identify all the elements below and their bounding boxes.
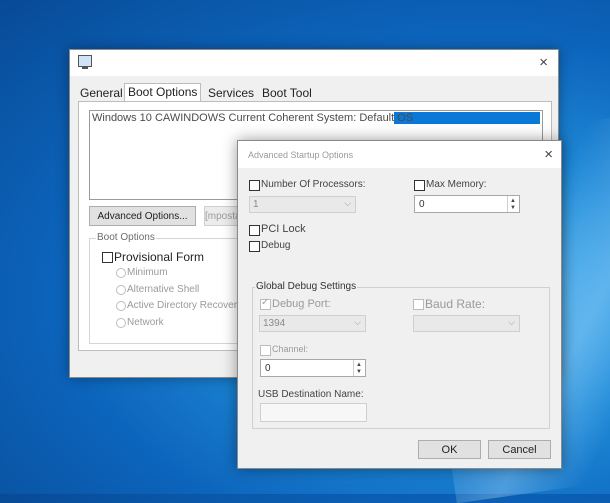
max-memory-checkbox[interactable] — [414, 180, 425, 191]
boot-options-title: Boot Options — [96, 232, 156, 243]
os-entry-text: Windows 10 CAWINDOWS Current Coherent Sy… — [92, 112, 414, 124]
num-processors-checkbox[interactable] — [249, 180, 260, 191]
set-default-button[interactable]: [mposta — [204, 206, 240, 226]
radio-network[interactable] — [116, 318, 126, 328]
baud-rate-checkbox[interactable] — [413, 299, 424, 310]
radio-network-label: Network — [127, 317, 164, 328]
radio-minimum[interactable] — [116, 268, 126, 278]
selection-highlight — [394, 112, 540, 124]
boot-options-group: Boot Options Provisional Form Minimum Al… — [89, 232, 243, 344]
debug-port-select[interactable]: 1394 ⌵ — [259, 315, 366, 332]
chevron-down-icon: ⌵ — [354, 317, 361, 327]
debug-port-value: 1394 — [263, 318, 286, 329]
radio-ad-recovery-label: Active Directory Recovery — [127, 300, 243, 311]
pci-lock-label: PCI Lock — [261, 223, 306, 235]
num-processors-select[interactable]: 1 ⌵ — [249, 196, 356, 213]
spin-up-icon: ▲ — [356, 362, 362, 368]
radio-ad-recovery[interactable] — [116, 301, 126, 311]
baud-rate-select[interactable]: ⌵ — [413, 315, 520, 332]
channel-spin-arrows[interactable]: ▲ ▼ — [353, 360, 365, 376]
debug-checkbox[interactable] — [249, 241, 260, 252]
num-processors-label: Number Of Processors: — [261, 179, 366, 190]
os-list-item[interactable]: Windows 10 CAWINDOWS Current Coherent Sy… — [90, 112, 540, 124]
baud-rate-label: Baud Rate: — [425, 297, 486, 311]
chevron-down-icon: ⌵ — [508, 317, 515, 327]
advanced-dialog-title: Advanced Startup Options — [248, 150, 354, 160]
chevron-down-icon: ⌵ — [344, 198, 351, 208]
global-debug-title: Global Debug Settings — [255, 281, 358, 292]
num-processors-value: 1 — [253, 199, 259, 210]
spin-up-icon: ▲ — [510, 198, 516, 204]
radio-alternative-shell[interactable] — [116, 285, 126, 295]
channel-label: Channel: — [272, 344, 309, 354]
spin-down-icon: ▼ — [510, 205, 516, 211]
advanced-title-bar: Advanced Startup Options × — [238, 141, 561, 168]
tab-general[interactable]: General — [78, 85, 125, 101]
tab-services[interactable]: Services — [206, 85, 256, 101]
usb-destination-input[interactable] — [260, 403, 367, 422]
advanced-close-icon[interactable]: × — [544, 147, 553, 162]
radio-alternative-shell-label: Alternative Shell — [127, 284, 200, 295]
max-memory-label: Max Memory: — [426, 179, 487, 190]
global-debug-group: Global Debug Settings Debug Port: 1394 ⌵… — [252, 281, 550, 429]
provisional-form-label: Provisional Form — [114, 250, 205, 264]
usb-destination-label: USB Destination Name: — [258, 389, 364, 400]
debug-port-label: Debug Port: — [272, 298, 331, 310]
radio-minimum-label: Minimum — [127, 267, 168, 278]
provisional-form-checkbox[interactable] — [102, 252, 113, 263]
max-memory-value: 0 — [419, 199, 425, 210]
channel-value: 0 — [265, 363, 271, 374]
tab-boot-tool[interactable]: Boot Tool — [260, 85, 314, 101]
spin-down-icon: ▼ — [356, 369, 362, 375]
main-close-icon[interactable]: × — [539, 55, 548, 70]
debug-label: Debug — [261, 240, 291, 251]
channel-spinner[interactable]: 0 ▲ ▼ — [260, 359, 366, 377]
max-memory-spinner[interactable]: 0 ▲ ▼ — [414, 195, 520, 213]
pci-lock-checkbox[interactable] — [249, 225, 260, 236]
debug-port-checkbox[interactable] — [260, 297, 271, 310]
channel-checkbox[interactable] — [260, 345, 271, 356]
main-title-bar: × — [70, 50, 558, 76]
max-memory-spin-arrows[interactable]: ▲ ▼ — [507, 196, 519, 212]
msconfig-app-icon — [78, 55, 92, 69]
advanced-startup-dialog: Advanced Startup Options × Number Of Pro… — [237, 140, 562, 469]
cancel-button[interactable]: Cancel — [488, 440, 551, 459]
tab-boot-options[interactable]: Boot Options — [124, 83, 202, 102]
ok-button[interactable]: OK — [418, 440, 481, 459]
advanced-options-button[interactable]: Advanced Options... — [89, 206, 196, 226]
